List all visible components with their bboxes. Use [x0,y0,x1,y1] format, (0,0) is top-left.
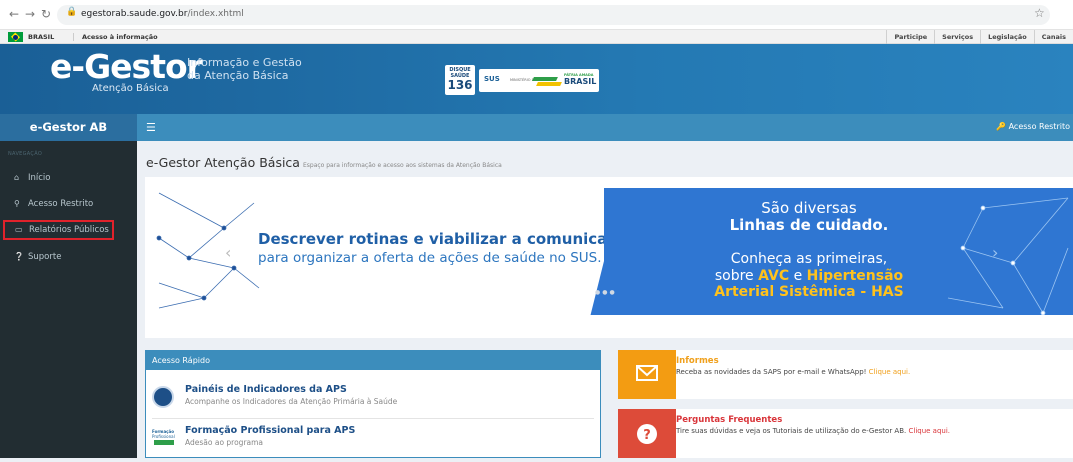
lock-icon: 🔒 [66,7,78,17]
network-decoration [156,192,260,309]
acesso-rapido-title: Acesso Rápido [146,351,600,370]
banner-right-line3: Conheça as primeiras, [730,251,888,267]
informes-text: Receba as novidades da SAPS por e-mail e… [676,368,911,376]
info-box-perguntas-frequentes: ? Perguntas Frequentes Tire suas dúvidas… [618,409,1073,458]
acesso-restrito-link[interactable]: 🔑 Acesso Restrito [996,122,1070,131]
page-subtitle: Espaço para informação e acesso aos sist… [302,162,502,169]
question-icon: ❔ [14,252,24,261]
address-bar[interactable]: 🔒 egestorab.saude.gov.br/index.xhtml [57,5,1050,25]
disque-saude-logo: DISQUE SAÚDE 136 [445,65,475,95]
svg-text:?: ? [643,428,651,443]
list-item-subtitle: Acompanhe os Indicadores da Atenção Prim… [185,397,398,406]
carousel-indicators[interactable]: ●●● [595,289,617,296]
carousel-next-icon[interactable]: › [992,243,998,262]
info-box-informes: Informes Receba as novidades da SAPS por… [618,350,1073,399]
disque-number: 136 [447,78,473,92]
brasil-label: BRASIL [564,77,597,86]
gov-link-canais[interactable]: Canais [1033,30,1073,44]
back-icon[interactable]: ← [6,6,22,22]
sidebar-item-relatorios-publicos[interactable]: ▭ Relatórios Públicos [3,220,114,240]
banner-left-headline: Descrever rotinas e viabilizar a comunic… [258,230,643,248]
page-title: e-Gestor Atenção Básica Espaço para infor… [146,155,502,170]
star-icon[interactable]: ☆ [1034,6,1045,20]
gov-link-servicos[interactable]: Serviços [934,30,980,44]
logo-subtitle: Atenção Básica [92,83,169,94]
paineis-indicadores-icon [152,386,174,408]
informes-title: Informes [676,356,719,366]
perguntas-frequentes-link[interactable]: Clique aqui. [908,427,950,435]
list-item-formacao-profissional[interactable]: Formação Profissional Formação Profissio… [146,419,600,459]
sidebar: NAVEGAÇÃO ⌂ Início ⚲ Acesso Restrito ▭ R… [0,141,137,458]
sidebar-item-label: Início [28,173,51,183]
forward-icon[interactable]: → [22,6,38,22]
site-header: e-Gestor Atenção Básica Informação e Ges… [0,44,1073,114]
banner-right-line4: sobre AVC e Hipertensão [714,268,904,284]
sidebar-item-label: Suporte [28,252,62,262]
banner-right-line2: Linhas de cuidado. [729,216,889,234]
url-domain: egestorab.saude.gov.br [81,9,188,19]
sus-label: SUS [484,75,500,83]
carousel-banner[interactable]: Descrever rotinas e viabilizar a comunic… [154,188,1073,315]
sidebar-item-label: Relatórios Públicos [29,225,109,235]
banner-left-subline: para organizar a oferta de ações de saúd… [258,250,602,266]
brasil-logo: PÁTRIA AMADA BRASIL [532,73,597,88]
network-decoration-right [947,197,1069,315]
browser-toolbar: ← → ↻ 🔒 egestorab.saude.gov.br/index.xht… [0,0,1073,30]
sidebar-header: NAVEGAÇÃO [8,151,43,157]
home-icon: ⌂ [14,173,20,182]
url-text: egestorab.saude.gov.br/index.xhtml [81,9,244,19]
brazil-flag-icon[interactable] [8,32,23,42]
key-icon: 🔑 [996,122,1007,131]
reload-icon[interactable]: ↻ [38,6,54,22]
app-brand[interactable]: e-Gestor AB [0,114,137,141]
gov-acesso-informacao-link[interactable]: Acesso à informação [73,33,158,41]
disque-label: DISQUE SAÚDE [449,67,471,79]
perguntas-frequentes-title: Perguntas Frequentes [676,415,783,425]
list-item-paineis-indicadores[interactable]: Painéis de Indicadores da APS Acompanhe … [146,378,600,418]
gov-links: Participe Serviços Legislação Canais [886,30,1073,44]
gov-bar: BRASIL Acesso à informação Participe Ser… [0,30,1073,44]
header-desc-line1: Informação e Gestão [187,56,302,69]
gov-brasil-link[interactable]: BRASIL [28,33,54,41]
sidebar-item-label: Acesso Restrito [28,199,94,209]
list-item-subtitle: Adesão ao programa [185,438,264,447]
egestor-logo[interactable]: e-Gestor [50,47,203,86]
acesso-restrito-label: Acesso Restrito [1008,122,1070,131]
list-item-title[interactable]: Painéis de Indicadores da APS [185,384,347,395]
sus-ministerio-logo: SUS MINISTÉRIO DA SAÚDE PÁTRIA AMADA BRA… [479,69,599,92]
hamburger-icon[interactable]: ☰ [146,121,156,134]
banner-right-line1: São diversas [761,199,857,217]
informes-link[interactable]: Clique aqui. [869,368,911,376]
formacao-profissional-icon: Formação Profissional [152,427,176,449]
question-icon: ? [618,409,676,458]
sidebar-item-acesso-restrito[interactable]: ⚲ Acesso Restrito [0,194,137,214]
gov-link-legislacao[interactable]: Legislação [980,30,1034,44]
app-topbar: ☰ 🔑 Acesso Restrito [137,114,1073,141]
url-path: /index.xhtml [187,9,244,19]
perguntas-frequentes-text: Tire suas dúvidas e veja os Tutoriais de… [676,427,951,435]
header-desc-line2: da Atenção Básica [187,69,289,82]
list-item-title[interactable]: Formação Profissional para APS [185,425,355,436]
gov-link-participe[interactable]: Participe [886,30,934,44]
acesso-rapido-panel: Acesso Rápido Painéis de Indicadores da … [145,350,601,458]
page-title-text: e-Gestor Atenção Básica [146,155,300,170]
banner-right-line5: Arterial Sistêmica - HAS [714,284,904,300]
sidebar-item-inicio[interactable]: ⌂ Início [0,168,137,188]
sidebar-item-suporte[interactable]: ❔ Suporte [0,247,137,267]
key-icon: ⚲ [14,199,20,208]
carousel-prev-icon[interactable]: ‹ [225,243,231,262]
laptop-icon: ▭ [15,225,23,234]
formacao-icon-label2: Profissional [152,434,175,439]
envelope-icon [618,350,676,399]
